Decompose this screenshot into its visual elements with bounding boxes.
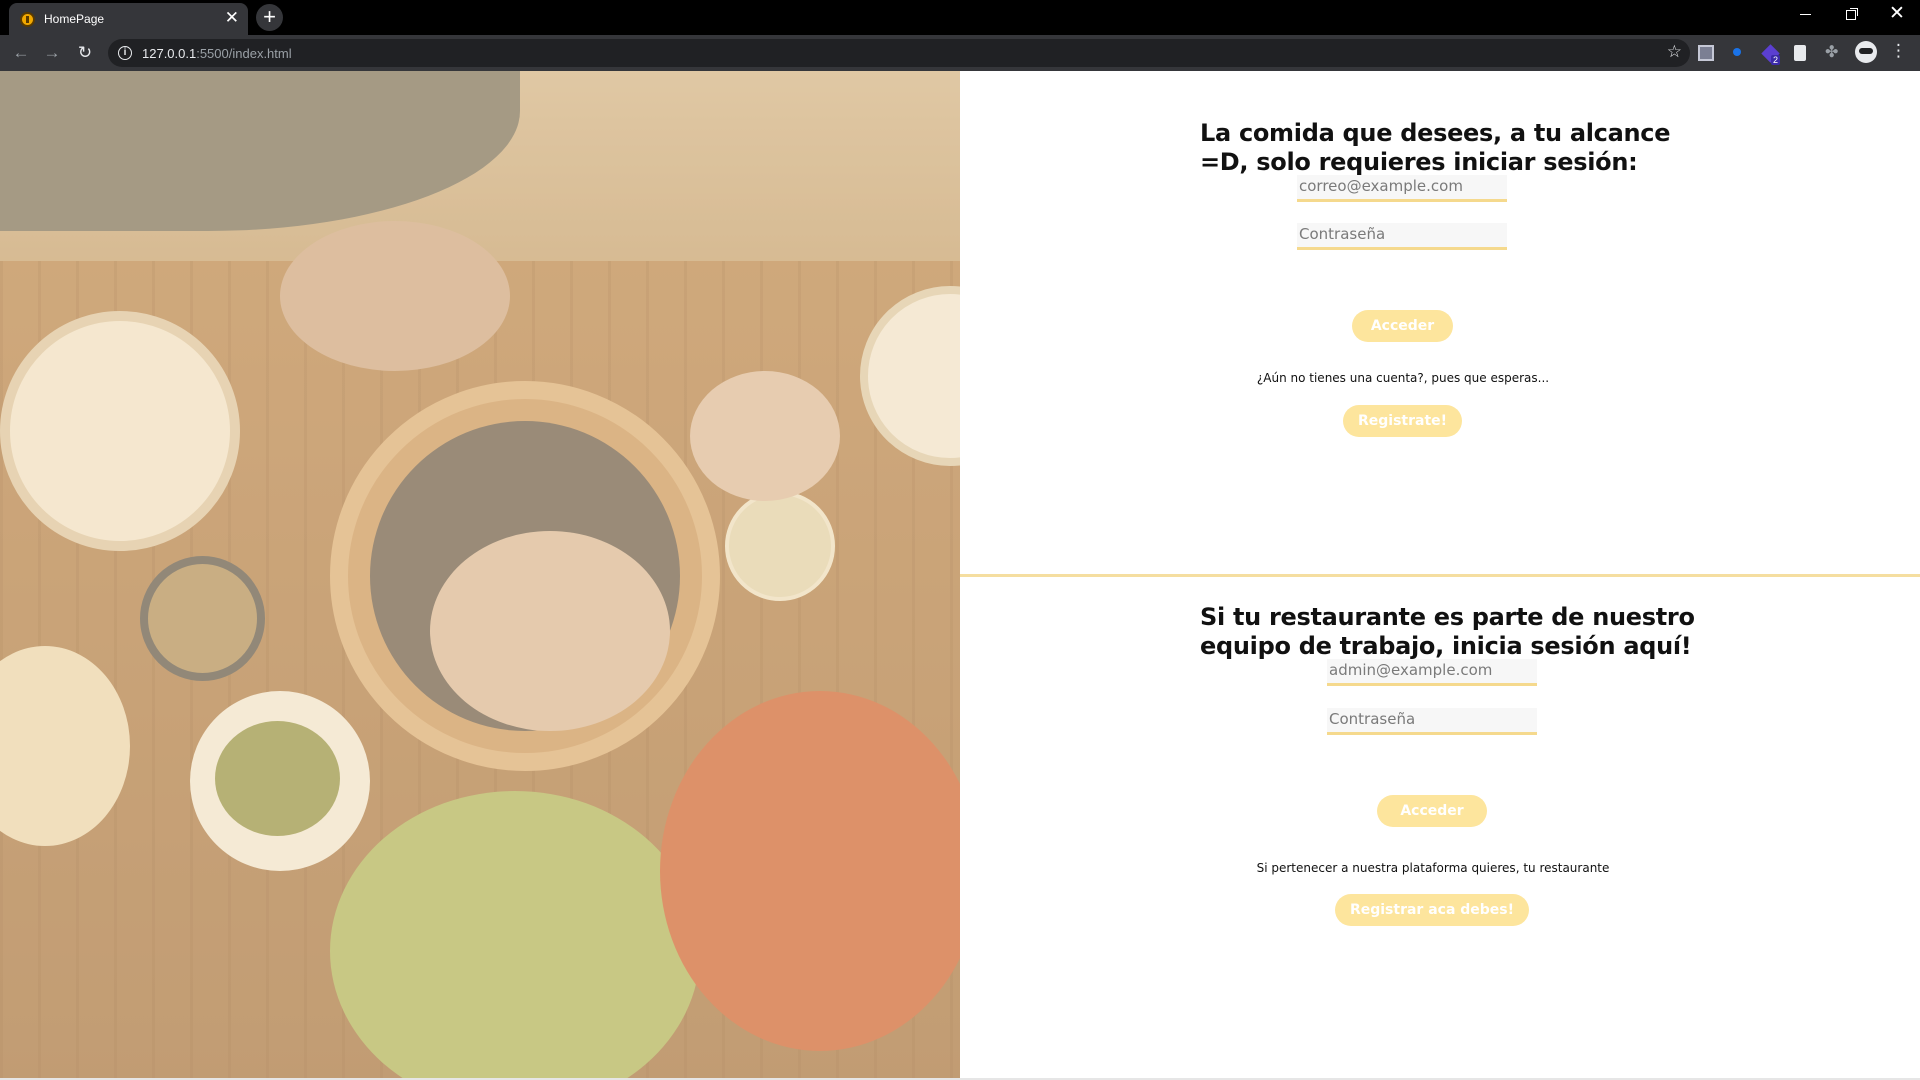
user-register-prompt: ¿Aún no tienes una cuenta?, pues que esp…	[1256, 371, 1550, 385]
food-table-image	[0, 71, 960, 1079]
user-login-heading: La comida que desees, a tu alcance =D, s…	[1200, 119, 1671, 176]
close-window-button[interactable]: ✕	[1874, 0, 1920, 30]
user-password-input[interactable]	[1297, 223, 1507, 250]
reload-icon[interactable]: ↻	[74, 42, 96, 64]
extension-dot-icon[interactable]	[1733, 48, 1741, 56]
forward-arrow-icon[interactable]: →	[41, 42, 63, 64]
bookmark-star-icon[interactable]: ☆	[1667, 42, 1682, 62]
browser-tab-bar: HomePage ✕ + ✕	[0, 0, 1920, 35]
extension-screen-icon[interactable]	[1698, 45, 1714, 61]
url-text[interactable]: 127.0.0.1:5500/index.html	[142, 46, 292, 61]
page: La comida que desees, a tu alcance =D, s…	[0, 71, 1920, 1080]
profile-avatar[interactable]	[1855, 41, 1877, 63]
browser-menu-icon[interactable]: ⋮	[1890, 41, 1907, 61]
extension-note-icon[interactable]	[1794, 45, 1806, 61]
url-path: :5500/index.html	[196, 46, 292, 61]
image-overlay	[0, 71, 960, 1079]
back-arrow-icon[interactable]: ←	[10, 42, 32, 64]
minimize-window-button[interactable]	[1782, 0, 1828, 30]
restaurant-login-heading: Si tu restaurante es parte de nuestro eq…	[1200, 603, 1695, 660]
tab-title: HomePage	[44, 12, 105, 26]
user-email-input[interactable]	[1297, 175, 1507, 202]
user-login-button[interactable]: Acceder	[1352, 310, 1453, 342]
restore-window-button[interactable]	[1828, 0, 1874, 30]
restaurant-register-prompt: Si pertenecer a nuestra plataforma quier…	[1256, 861, 1610, 875]
user-register-button[interactable]: Registrate!	[1343, 405, 1462, 437]
address-bar[interactable]: i 127.0.0.1:5500/index.html ☆	[108, 39, 1690, 67]
favicon-icon	[20, 12, 35, 27]
browser-toolbar: ← → ↻ i 127.0.0.1:5500/index.html ☆ 2 ✤ …	[0, 35, 1920, 71]
extensions-puzzle-icon[interactable]: ✤	[1825, 42, 1841, 61]
section-divider	[960, 574, 1920, 577]
url-host: 127.0.0.1	[142, 46, 197, 61]
restaurant-password-input[interactable]	[1327, 708, 1537, 735]
new-tab-button[interactable]: +	[256, 4, 283, 31]
info-icon[interactable]: i	[118, 46, 132, 60]
restaurant-register-button[interactable]: Registrar aca debes!	[1335, 894, 1529, 926]
restaurant-email-input[interactable]	[1327, 659, 1537, 686]
browser-tab[interactable]: HomePage ✕	[9, 3, 248, 35]
extension-badge: 2	[1771, 55, 1781, 65]
restaurant-login-button[interactable]: Acceder	[1377, 795, 1487, 827]
close-tab-icon[interactable]: ✕	[225, 9, 239, 27]
